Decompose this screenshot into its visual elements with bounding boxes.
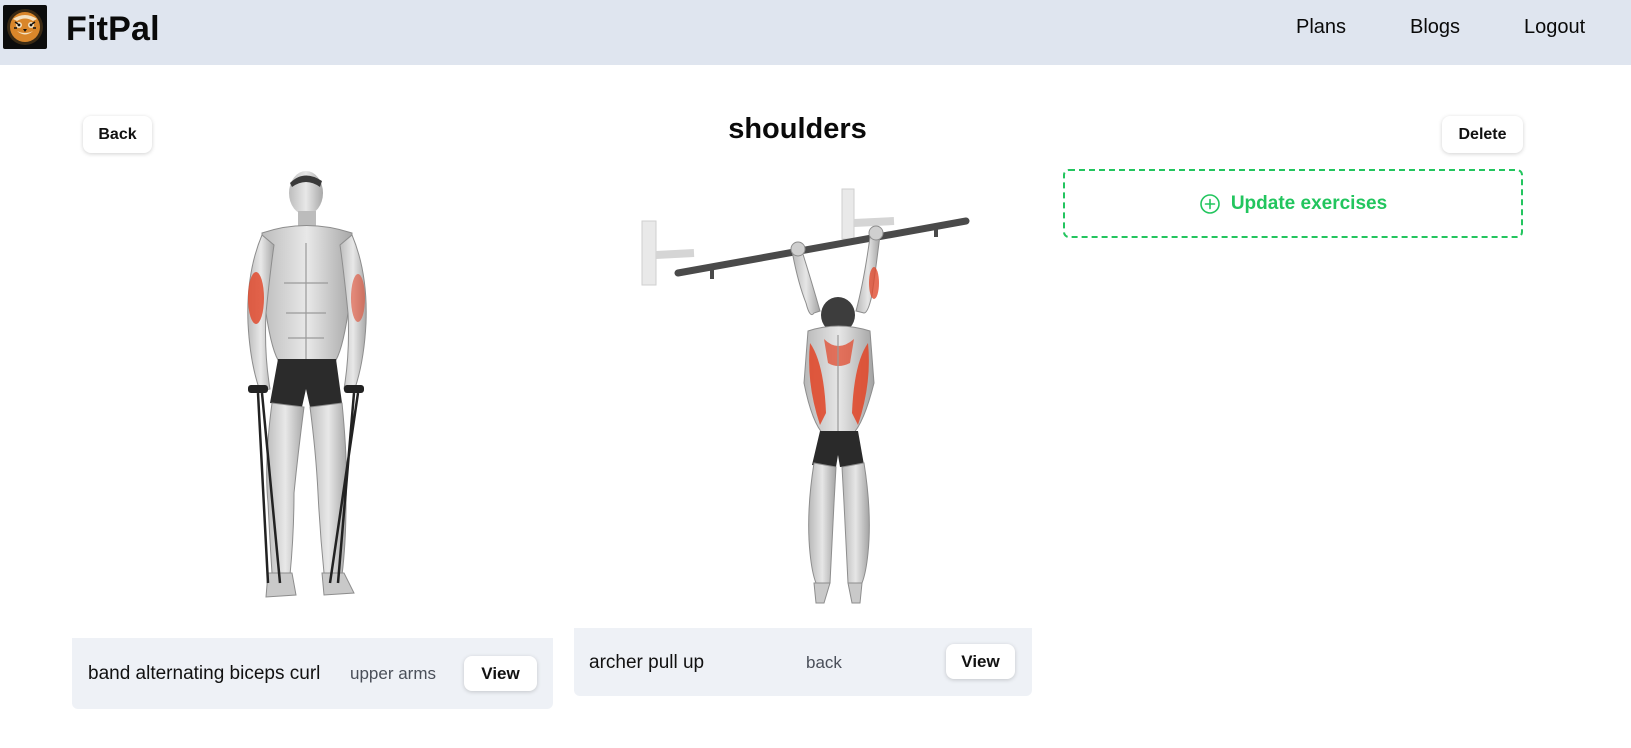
page-title: shoulders: [728, 113, 867, 145]
delete-button[interactable]: Delete: [1442, 116, 1523, 153]
nav-blogs-link[interactable]: Blogs: [1410, 16, 1460, 39]
archer-pull-up-illustration: [574, 163, 1032, 628]
update-exercises-button[interactable]: Update exercises: [1063, 169, 1523, 238]
view-button[interactable]: View: [946, 644, 1015, 679]
view-button[interactable]: View: [464, 656, 537, 691]
top-navbar: FitPal Plans Blogs Logout: [0, 0, 1631, 65]
exercise-name: archer pull up: [589, 652, 705, 673]
plus-circle-icon: [1199, 193, 1221, 215]
exercise-card-footer: archer pull up back View: [574, 628, 1032, 696]
exercise-card: archer pull up back View: [574, 163, 1032, 696]
tiger-logo-icon[interactable]: [3, 5, 47, 49]
back-button[interactable]: Back: [83, 116, 152, 153]
update-exercises-label: Update exercises: [1230, 192, 1388, 214]
exercise-card-footer: band alternating biceps curl upper arms …: [72, 638, 553, 709]
exercise-card: band alternating biceps curl upper arms …: [72, 163, 553, 709]
nav-logout-link[interactable]: Logout: [1524, 16, 1585, 39]
exercise-body-part: back: [806, 653, 842, 672]
band-biceps-curl-illustration: [72, 163, 553, 638]
exercise-name: band alternating biceps curl: [88, 663, 321, 684]
nav-plans-link[interactable]: Plans: [1296, 16, 1346, 39]
exercise-body-part: upper arms: [350, 664, 436, 683]
brand-name[interactable]: FitPal: [66, 10, 160, 49]
